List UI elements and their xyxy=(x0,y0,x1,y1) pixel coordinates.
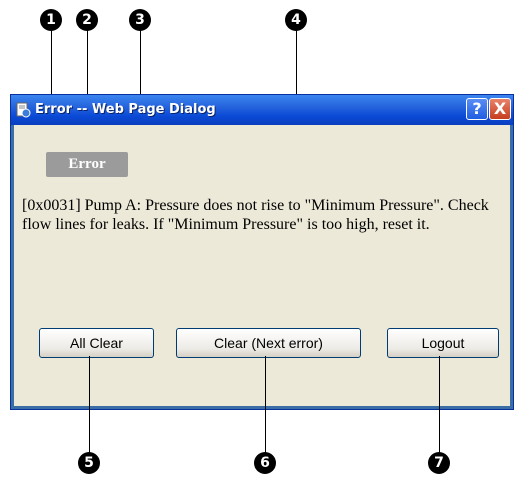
web-page-icon xyxy=(16,102,31,118)
callout-6-leader xyxy=(265,356,266,456)
callout-1: 1 xyxy=(40,9,62,31)
title-bar[interactable]: Error -- Web Page Dialog ? X xyxy=(11,95,513,125)
callout-7: 7 xyxy=(428,452,450,474)
clear-next-error-button[interactable]: Clear (Next error) xyxy=(176,328,361,358)
callout-7-leader xyxy=(439,356,440,456)
callout-5: 5 xyxy=(78,452,100,474)
callout-6: 6 xyxy=(254,452,276,474)
logout-button[interactable]: Logout xyxy=(387,328,499,358)
callout-4: 4 xyxy=(285,9,307,31)
help-button[interactable]: ? xyxy=(466,98,488,120)
error-message: [0x0031] Pump A: Pressure does not rise … xyxy=(22,197,489,233)
window-title: Error -- Web Page Dialog xyxy=(35,102,216,117)
callout-5-leader xyxy=(89,356,90,456)
callout-3: 3 xyxy=(129,9,151,31)
close-button[interactable]: X xyxy=(489,98,511,120)
callout-2: 2 xyxy=(76,9,98,31)
all-clear-button[interactable]: All Clear xyxy=(39,328,154,358)
error-badge: Error xyxy=(46,152,128,177)
